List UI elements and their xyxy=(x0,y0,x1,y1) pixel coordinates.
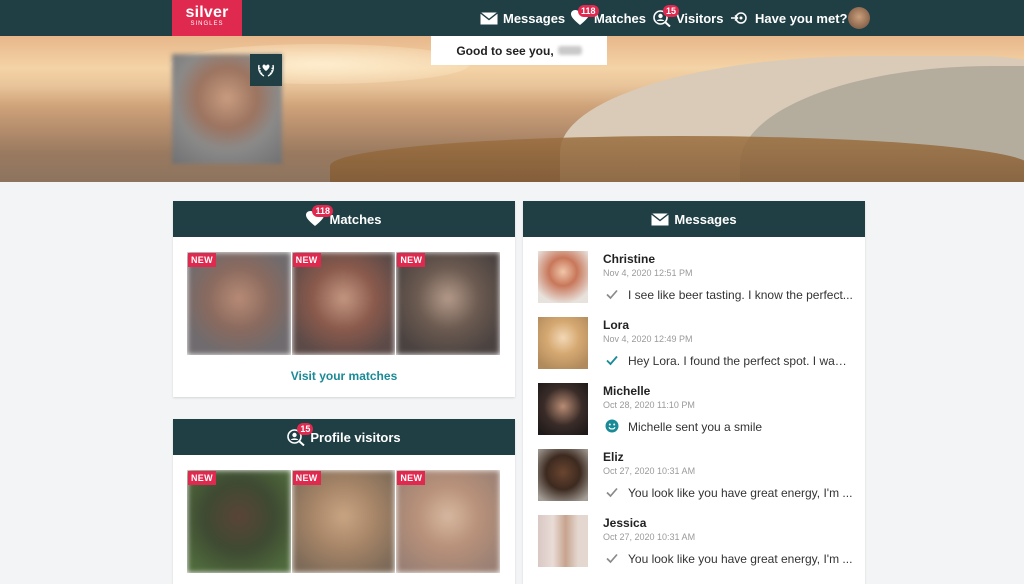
nav-matches-label: Matches xyxy=(594,10,647,26)
visitors-card-badge: 15 xyxy=(297,422,314,435)
visitor-thumbnail[interactable]: NEW xyxy=(291,470,396,573)
visitor-search-icon: 15 xyxy=(287,422,314,446)
nav-visitors-label: Visitors xyxy=(676,10,724,26)
new-badge: NEW xyxy=(188,253,216,267)
logo-text: silver xyxy=(185,4,229,21)
user-avatar[interactable] xyxy=(848,7,870,29)
compass-arrows-icon xyxy=(731,10,750,26)
matches-badge: 118 xyxy=(578,5,599,17)
visitor-thumbnail[interactable]: NEW xyxy=(396,470,501,573)
match-thumbnail[interactable]: NEW xyxy=(187,252,291,355)
visit-matches-link[interactable]: Visit your matches xyxy=(173,369,515,383)
visitors-card-header[interactable]: 15 Profile visitors xyxy=(173,419,515,455)
nav-messages[interactable]: Messages xyxy=(480,0,565,36)
message-avatar[interactable] xyxy=(538,449,588,501)
envelope-icon xyxy=(480,11,498,25)
new-badge: NEW xyxy=(397,471,426,485)
blurred-username xyxy=(557,46,582,55)
visitor-search-icon: 15 xyxy=(653,4,680,27)
visitors-card-title: Profile visitors xyxy=(310,429,401,445)
matches-card-header[interactable]: 118 Matches xyxy=(173,201,515,237)
message-sender: Michelle xyxy=(603,384,651,398)
message-preview: Hey Lora. I found the perfect spot. I wa… xyxy=(628,354,853,368)
new-badge: NEW xyxy=(397,253,426,267)
match-thumbnails: NEW NEW NEW xyxy=(187,252,501,355)
new-badge: NEW xyxy=(292,471,321,485)
message-preview: You look like you have great energy, I'm… xyxy=(628,486,853,500)
messages-card-title: Messages xyxy=(674,211,737,227)
nav-matches[interactable]: 118 Matches xyxy=(571,0,646,36)
visitor-thumbnails: NEW NEW NEW xyxy=(187,470,501,573)
greeting-text: Good to see you, xyxy=(456,43,554,58)
message-sender: Christine xyxy=(603,252,656,266)
message-sender: Eliz xyxy=(603,450,624,464)
check-grey-icon xyxy=(605,287,619,301)
message-time: Oct 27, 2020 10:31 AM xyxy=(603,466,696,476)
new-badge: NEW xyxy=(188,471,216,485)
match-thumbnail[interactable]: NEW xyxy=(396,252,501,355)
message-item[interactable]: Christine Nov 4, 2020 12:51 PM I see lik… xyxy=(523,237,865,303)
nav-have-you-met-label: Have you met? xyxy=(755,10,848,26)
hero-banner: Good to see you, xyxy=(0,36,1024,182)
new-badge: NEW xyxy=(292,253,321,267)
smile-icon xyxy=(605,419,619,433)
messages-card-header[interactable]: Messages xyxy=(523,201,865,237)
matches-card: 118 Matches NEW NEW NEW Visit your match… xyxy=(173,201,515,397)
message-item[interactable]: Michelle Oct 28, 2020 11:10 PM Michelle … xyxy=(523,369,865,435)
message-sender: Jessica xyxy=(603,516,647,530)
message-avatar[interactable] xyxy=(538,317,588,369)
nav-messages-label: Messages xyxy=(503,10,566,26)
nav-have-you-met[interactable]: Have you met? xyxy=(731,0,847,36)
check-teal-icon xyxy=(605,353,619,367)
visitors-card: 15 Profile visitors NEW NEW NEW xyxy=(173,419,515,584)
greeting-box: Good to see you, xyxy=(431,36,607,65)
silversingles-logo[interactable]: silver SINGLES xyxy=(172,0,242,36)
heart-icon: 118 xyxy=(306,205,334,227)
message-preview: You look like you have great energy, I'm… xyxy=(628,552,853,566)
message-preview: Michelle sent you a smile xyxy=(628,420,763,434)
message-avatar[interactable] xyxy=(538,251,588,303)
visitors-badge: 15 xyxy=(663,4,680,17)
nav-visitors[interactable]: 15 Visitors xyxy=(653,0,723,36)
message-preview: I see like beer tasting. I know the perf… xyxy=(628,288,853,302)
message-time: Oct 27, 2020 10:31 AM xyxy=(603,532,696,542)
envelope-icon xyxy=(651,212,670,226)
check-grey-icon xyxy=(605,485,619,499)
message-time: Oct 28, 2020 11:10 PM xyxy=(603,400,695,410)
heart-icon: 118 xyxy=(571,5,599,26)
premium-laurel-icon[interactable] xyxy=(250,54,282,86)
message-sender: Lora xyxy=(603,318,630,332)
top-nav: silver SINGLES Messages 118 Matches 15 V… xyxy=(0,0,1024,36)
message-item[interactable]: Eliz Oct 27, 2020 10:31 AM You look like… xyxy=(523,435,865,501)
message-item[interactable]: Jessica Oct 27, 2020 10:31 AM You look l… xyxy=(523,501,865,567)
message-list: Christine Nov 4, 2020 12:51 PM I see lik… xyxy=(523,237,865,567)
match-thumbnail[interactable]: NEW xyxy=(291,252,396,355)
messages-card: Messages Christine Nov 4, 2020 12:51 PM … xyxy=(523,201,865,584)
message-time: Nov 4, 2020 12:51 PM xyxy=(603,268,693,278)
matches-card-badge: 118 xyxy=(312,205,334,217)
message-avatar[interactable] xyxy=(538,383,588,435)
check-grey-icon xyxy=(605,551,619,565)
message-item[interactable]: Lora Nov 4, 2020 12:49 PM Hey Lora. I fo… xyxy=(523,303,865,369)
message-time: Nov 4, 2020 12:49 PM xyxy=(603,334,693,344)
visitor-thumbnail[interactable]: NEW xyxy=(187,470,291,573)
message-avatar[interactable] xyxy=(538,515,588,567)
matches-card-title: Matches xyxy=(329,211,382,227)
logo-subtext: SINGLES xyxy=(190,21,224,27)
